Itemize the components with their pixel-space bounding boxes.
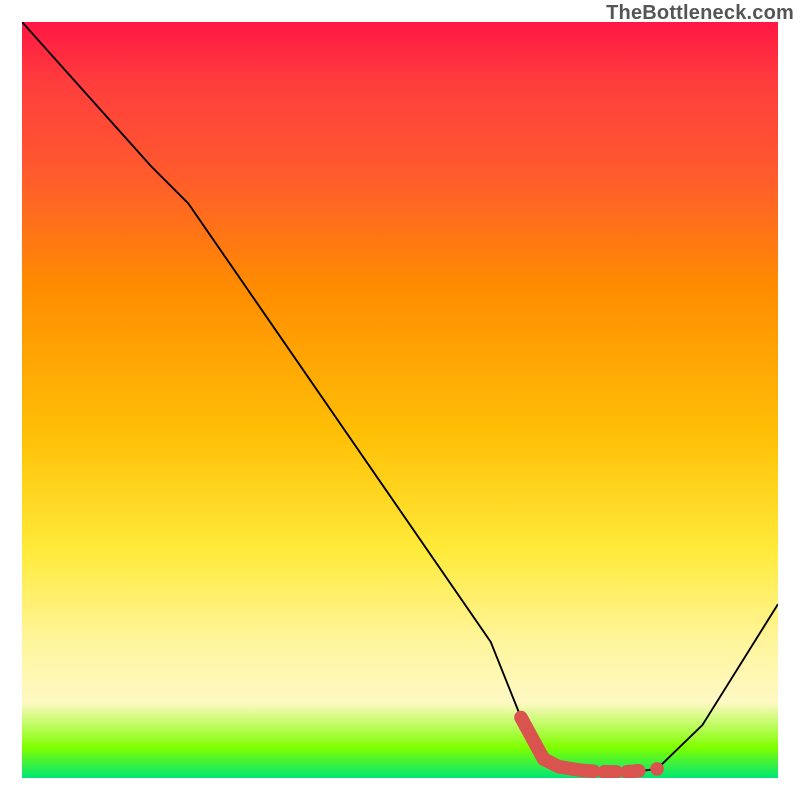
bottleneck-curve — [22, 22, 778, 773]
chart-container: TheBottleneck.com — [0, 0, 800, 800]
plot-area — [22, 22, 778, 778]
chart-line-layer — [22, 22, 778, 778]
watermark-text: TheBottleneck.com — [606, 2, 794, 25]
